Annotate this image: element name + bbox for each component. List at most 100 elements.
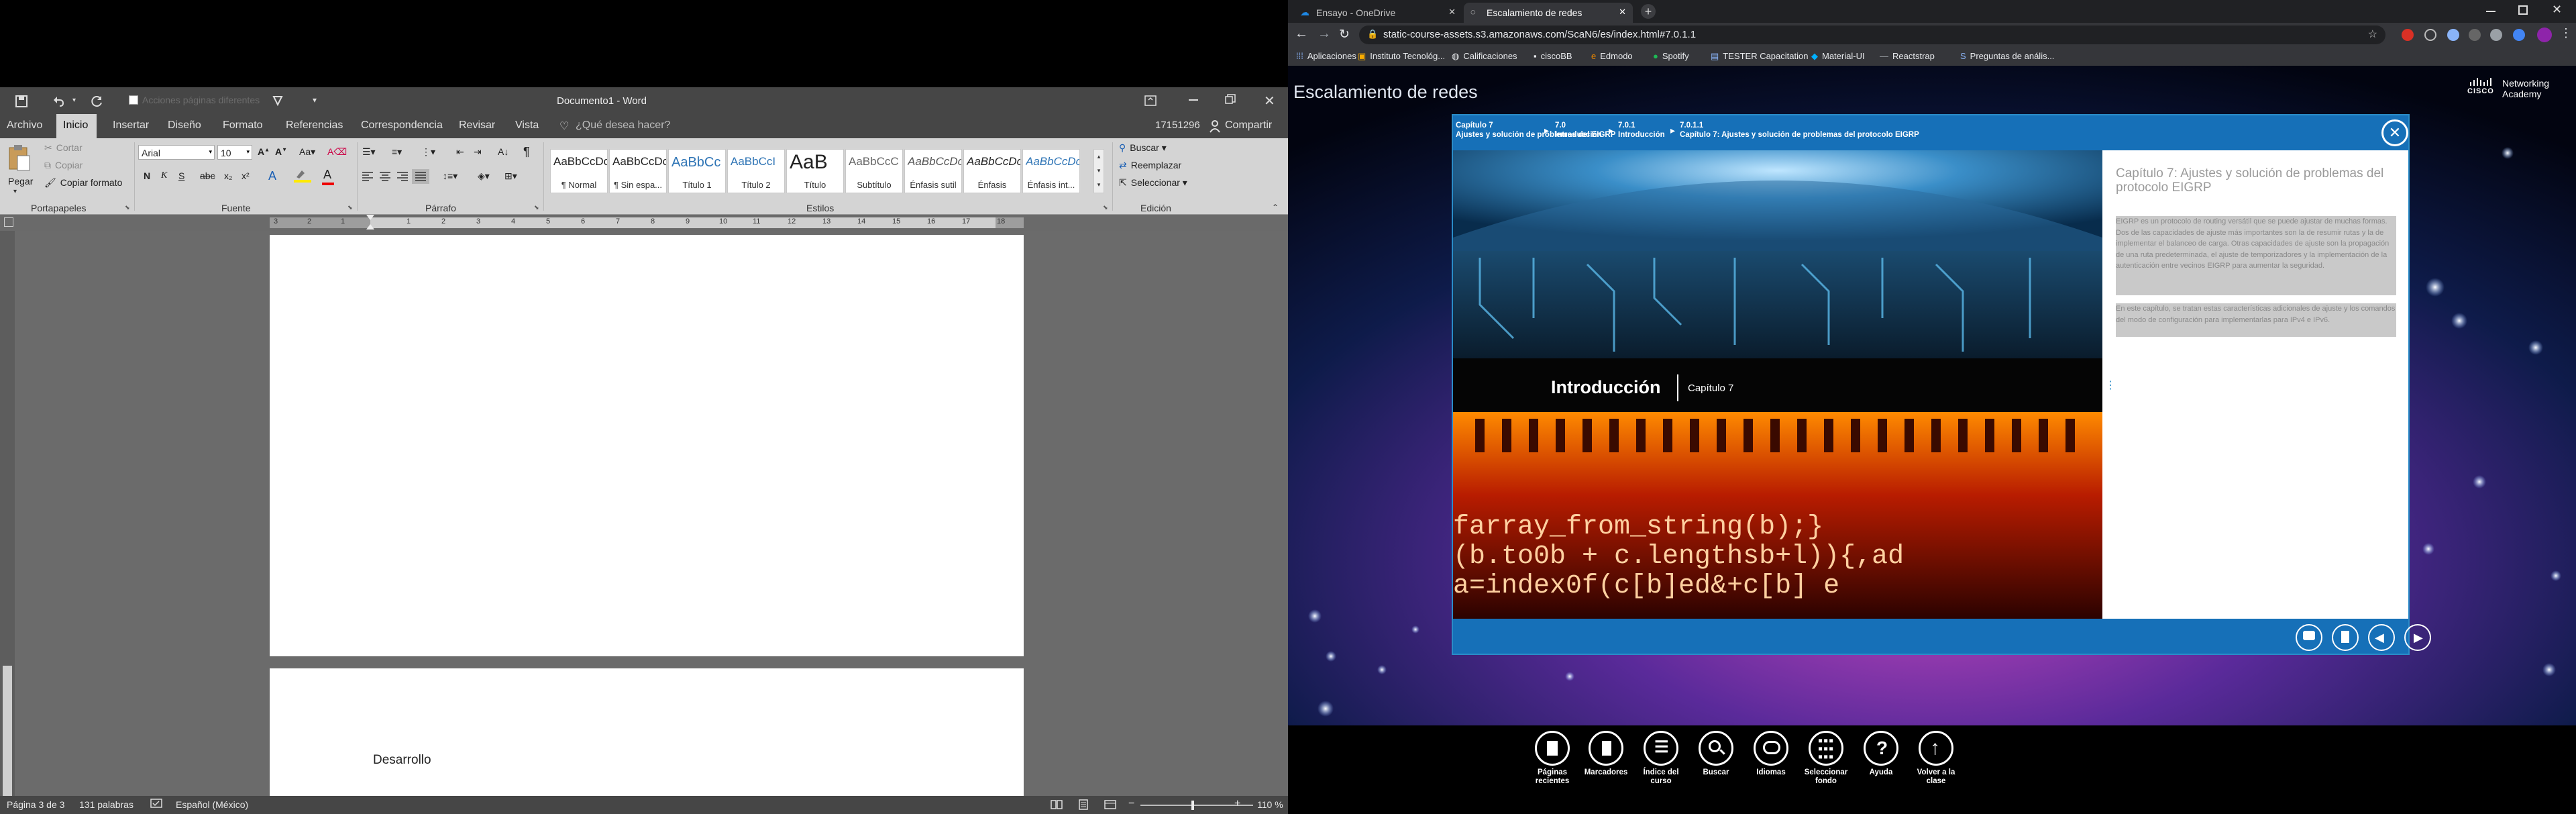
page-1[interactable]	[270, 235, 1024, 656]
tell-me-input[interactable]: ¿Qué desea hacer?	[576, 119, 670, 132]
page-heading[interactable]: Desarrollo	[373, 753, 431, 768]
close-tab-icon[interactable]: ✕	[1619, 7, 1626, 17]
tab-archivo[interactable]: Archivo	[7, 119, 42, 132]
ribbon-display-icon[interactable]	[1144, 95, 1157, 106]
qat-checkbox[interactable]	[129, 95, 138, 105]
style-emphasis[interactable]: AaBbCcDc Énfasis	[963, 149, 1021, 193]
hanging-indent-marker[interactable]	[366, 224, 374, 230]
borders-icon[interactable]: ⊞▾	[504, 170, 517, 182]
font-color-icon[interactable]: A	[323, 168, 331, 182]
bookmark-apps[interactable]: ⁞⁞⁞ Aplicaciones	[1296, 51, 1356, 61]
save-icon[interactable]	[15, 95, 28, 108]
close-tab-icon[interactable]: ✕	[1448, 7, 1456, 17]
grow-font-icon[interactable]: A▲	[258, 146, 270, 157]
breadcrumb-section[interactable]: 7.0 Introducción	[1555, 121, 1602, 140]
zoom-out-icon[interactable]: −	[1128, 798, 1134, 810]
restore-icon[interactable]	[1225, 94, 1236, 105]
undo-icon[interactable]	[52, 95, 66, 108]
word-count[interactable]: 131 palabras	[79, 799, 133, 810]
shrink-font-icon[interactable]: A▼	[275, 146, 287, 157]
bullets-icon[interactable]: ☰▾	[362, 146, 376, 158]
show-formatting-icon[interactable]: ¶	[523, 145, 530, 159]
minimize-icon[interactable]	[1189, 99, 1198, 101]
read-mode-icon[interactable]	[1051, 799, 1063, 810]
sort-icon[interactable]: A↓	[498, 146, 508, 157]
browser-tab-course[interactable]: ◌ Escalamiento de redes ✕	[1464, 3, 1633, 23]
previous-page-button[interactable]: ◀	[2368, 624, 2395, 651]
tab-revisar[interactable]: Revisar	[459, 119, 495, 132]
languages-button[interactable]: Idiomas	[1744, 731, 1798, 777]
web-layout-icon[interactable]	[1104, 799, 1116, 810]
customize-qat-icon[interactable]: ▾	[313, 95, 317, 105]
increase-indent-icon[interactable]: ⇥	[474, 146, 482, 158]
superscript-icon[interactable]: x²	[241, 170, 250, 181]
replace-button[interactable]: ⇄ Reemplazar	[1119, 160, 1181, 171]
change-case-icon[interactable]: Aa▾	[299, 146, 315, 158]
tab-referencias[interactable]: Referencias	[286, 119, 343, 132]
address-bar[interactable]: 🔒 static-course-assets.s3.amazonaws.com/…	[1359, 26, 2385, 44]
search-button[interactable]: Buscar	[1689, 731, 1743, 777]
close-icon[interactable]: ✕	[1264, 93, 1275, 109]
multilevel-list-icon[interactable]: ⋮▾	[421, 146, 435, 158]
forward-icon[interactable]: →	[1318, 26, 1331, 42]
paste-dropdown-icon[interactable]: ▾	[13, 188, 17, 195]
bookmark-edmodo[interactable]: e Edmodo	[1591, 51, 1633, 61]
bookmark-reactstrap[interactable]: — Reactstrap	[1880, 51, 1935, 61]
back-to-class-button[interactable]: ↑ Volver a la clase	[1909, 731, 1963, 786]
tab-formato[interactable]: Formato	[223, 119, 263, 132]
bookmark-ciscobb[interactable]: ▪ ciscoBB	[1534, 51, 1572, 61]
redo-icon[interactable]	[90, 95, 103, 108]
style-intense-emphasis[interactable]: AaBbCcDc Énfasis int...	[1022, 149, 1080, 193]
share-icon[interactable]	[1209, 119, 1221, 133]
bold-icon[interactable]: N	[144, 170, 150, 181]
justify-icon[interactable]	[415, 172, 426, 181]
zoom-slider-thumb[interactable]	[1191, 801, 1194, 810]
copy-button[interactable]: ⧉ Copiar	[44, 160, 83, 171]
comment-button[interactable]	[2296, 624, 2322, 651]
align-right-icon[interactable]	[397, 172, 408, 181]
bookmark-page-button[interactable]	[2332, 624, 2359, 651]
back-icon[interactable]: ←	[1295, 26, 1308, 42]
bookmark-instituto[interactable]: ▣ Instituto Tecnológ...	[1358, 51, 1445, 62]
italic-icon[interactable]: K	[161, 170, 167, 181]
reload-icon[interactable]: ↻	[1339, 27, 1350, 42]
select-button[interactable]: ⇱ Seleccionar ▾	[1119, 177, 1187, 189]
undo-dropdown-icon[interactable]: ▾	[72, 97, 76, 104]
avatar[interactable]	[2537, 28, 2552, 42]
tab-correspondencia[interactable]: Correspondencia	[361, 119, 443, 132]
strikethrough-icon[interactable]: abc	[200, 170, 215, 181]
user-name[interactable]: 17151296	[1155, 119, 1200, 131]
bookmark-calificaciones[interactable]: ◍ Calificaciones	[1452, 51, 1517, 62]
next-page-button[interactable]: ▶	[2404, 624, 2431, 651]
align-center-icon[interactable]	[380, 172, 390, 181]
bookmarks-button[interactable]: Marcadores	[1579, 731, 1633, 777]
url-text[interactable]: static-course-assets.s3.amazonaws.com/Sc…	[1383, 29, 1696, 40]
touch-mode-icon[interactable]	[271, 94, 284, 107]
underline-icon[interactable]: S	[178, 170, 184, 181]
help-button[interactable]: ? Ayuda	[1854, 731, 1908, 777]
clear-formatting-icon[interactable]: A⌫	[327, 146, 347, 158]
page-2[interactable]: Desarrollo	[270, 668, 1024, 796]
extension-icon-5[interactable]	[2490, 29, 2502, 41]
clipboard-launcher-icon[interactable]: ⬊	[125, 204, 130, 211]
star-icon[interactable]: ☆	[2368, 28, 2377, 41]
shading-icon[interactable]: ◈▾	[478, 170, 490, 182]
align-left-icon[interactable]	[362, 172, 373, 181]
bookmark-preguntas[interactable]: S Preguntas de anális...	[1960, 51, 2054, 61]
course-index-button[interactable]: ☰ Índice del curso	[1634, 731, 1688, 786]
bookmark-tester[interactable]: ▤ TESTER Capacitation	[1711, 51, 1808, 62]
highlight-icon[interactable]	[294, 169, 311, 183]
text-effects-icon[interactable]: A	[268, 169, 276, 183]
style-title[interactable]: AaB Título	[786, 149, 844, 193]
style-normal[interactable]: AaBbCcDc ¶ Normal	[550, 149, 608, 193]
zoom-level[interactable]: 110 %	[1257, 799, 1283, 810]
font-name-select[interactable]: Arial ▾	[138, 145, 215, 160]
style-heading-1[interactable]: AaBbCc Título 1	[668, 149, 726, 193]
recent-pages-button[interactable]: Páginas recientes	[1525, 731, 1579, 786]
format-painter-button[interactable]: 🖌 Copiar formato	[44, 177, 122, 189]
select-background-button[interactable]: ▪▪▪ ▪▪▪ ▪▪▪ Seleccionar fondo	[1799, 731, 1853, 786]
subscript-icon[interactable]: x₂	[224, 170, 232, 181]
collapse-ribbon-icon[interactable]: ⌃	[1272, 203, 1279, 212]
zoom-in-icon[interactable]: +	[1234, 798, 1240, 810]
first-line-indent-marker[interactable]	[366, 215, 374, 220]
